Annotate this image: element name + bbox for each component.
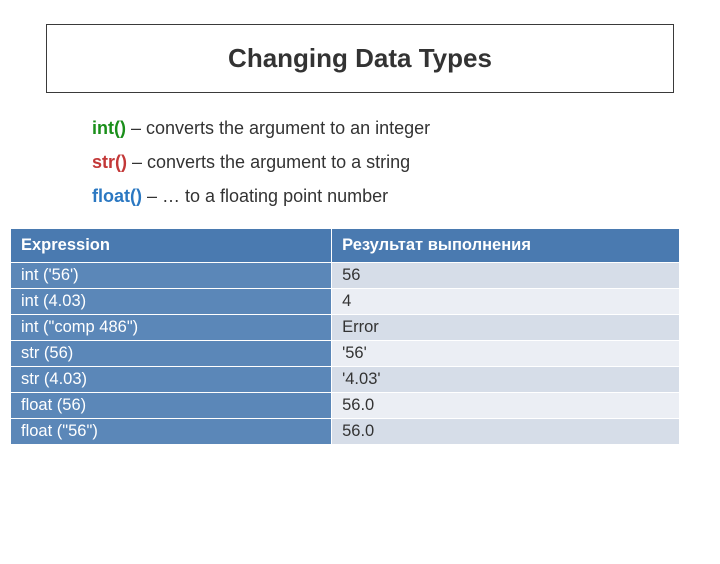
cell-expr: int ("comp 486")	[11, 314, 332, 340]
table-row: str (56) '56'	[11, 340, 680, 366]
cell-res: Error	[332, 314, 680, 340]
cell-res: '56'	[332, 340, 680, 366]
cell-res: '4.03'	[332, 366, 680, 392]
table-row: int ("comp 486") Error	[11, 314, 680, 340]
table-row: int (4.03) 4	[11, 288, 680, 314]
def-str-text: – converts the argument to a string	[127, 152, 410, 172]
def-int-text: – converts the argument to an integer	[126, 118, 430, 138]
cell-expr: float ("56")	[11, 418, 332, 444]
table-row: float (56) 56.0	[11, 392, 680, 418]
cell-expr: float (56)	[11, 392, 332, 418]
cell-expr: str (4.03)	[11, 366, 332, 392]
cell-expr: int ('56')	[11, 262, 332, 288]
table-row: str (4.03) '4.03'	[11, 366, 680, 392]
def-float: float() – … to a floating point number	[92, 179, 720, 213]
cell-res: 56.0	[332, 392, 680, 418]
table-header-row: Expression Результат выполнения	[11, 228, 680, 262]
cell-res: 56.0	[332, 418, 680, 444]
cell-expr: int (4.03)	[11, 288, 332, 314]
def-int: int() – converts the argument to an inte…	[92, 111, 720, 145]
cell-res: 4	[332, 288, 680, 314]
header-expression: Expression	[11, 228, 332, 262]
cell-res: 56	[332, 262, 680, 288]
table-row: float ("56") 56.0	[11, 418, 680, 444]
cell-expr: str (56)	[11, 340, 332, 366]
page-title: Changing Data Types	[47, 43, 673, 74]
fn-str: str()	[92, 152, 127, 172]
def-float-text: – … to a floating point number	[142, 186, 388, 206]
table-row: int ('56') 56	[11, 262, 680, 288]
conversion-table: Expression Результат выполнения int ('56…	[10, 228, 680, 445]
title-box: Changing Data Types	[46, 24, 674, 93]
fn-float: float()	[92, 186, 142, 206]
fn-int: int()	[92, 118, 126, 138]
def-str: str() – converts the argument to a strin…	[92, 145, 720, 179]
definitions: int() – converts the argument to an inte…	[92, 111, 720, 214]
header-result: Результат выполнения	[332, 228, 680, 262]
